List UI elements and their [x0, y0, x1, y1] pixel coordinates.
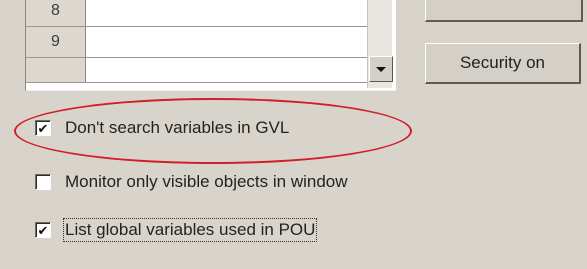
checkbox[interactable]	[35, 174, 51, 190]
grid-cell[interactable]	[86, 0, 391, 27]
option-label: List global variables used in POU	[62, 218, 318, 242]
checkbox[interactable]: ✔	[35, 222, 51, 238]
row-number: 9	[26, 27, 86, 58]
chevron-down-icon	[376, 66, 386, 72]
option-label: Don't search variables in GVL	[65, 118, 290, 137]
security-on-button[interactable]: Security on	[425, 43, 581, 84]
option-monitor-visible-objects[interactable]: Monitor only visible objects in window	[35, 172, 348, 192]
option-dont-search-gvl[interactable]: ✔ Don't search variables in GVL	[35, 118, 289, 138]
grid-cell[interactable]	[86, 58, 391, 83]
grid-vertical-scrollbar[interactable]	[367, 0, 393, 88]
grid-cell[interactable]	[86, 27, 391, 58]
options-panel: 8 9 Security on ✔ Don't search variables…	[0, 0, 587, 269]
option-label: Monitor only visible objects in window	[65, 172, 348, 191]
variable-grid: 8 9	[25, 0, 396, 91]
checkbox[interactable]: ✔	[35, 120, 51, 136]
row-number: 8	[26, 0, 86, 27]
top-button[interactable]	[425, 0, 583, 22]
scroll-down-button[interactable]	[369, 56, 393, 82]
row-number	[26, 58, 86, 83]
option-list-global-variables[interactable]: ✔ List global variables used in POU	[35, 218, 318, 242]
